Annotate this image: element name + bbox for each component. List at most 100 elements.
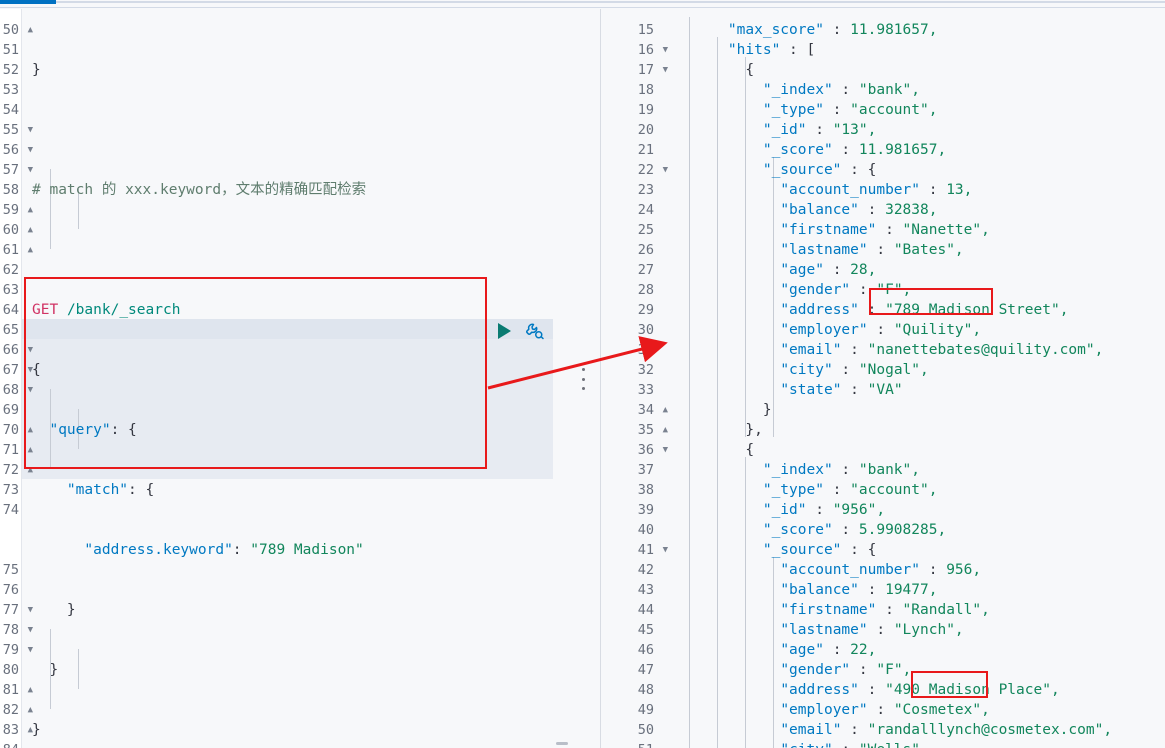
left-code-text[interactable]: } # match 的 xxx.keyword，文本的精确匹配检索 GET /b…: [32, 20, 438, 748]
code-line: }: [32, 602, 76, 618]
line-number: 71 ▲: [2, 442, 33, 458]
line-number: 33: [637, 382, 654, 398]
line-number: 72 ▲: [2, 462, 33, 478]
line-number: 61 ▲: [2, 242, 33, 258]
code-line: "_score" : 5.9908285,: [762, 522, 947, 538]
line-number: 38: [637, 482, 654, 498]
code-line: {: [745, 442, 755, 458]
code-line: "_type" : "account",: [762, 102, 938, 118]
code-line: "_score" : 11.981657,: [762, 142, 947, 158]
line-number: 29: [637, 302, 654, 318]
fold-down-icon[interactable]: ▼: [663, 40, 668, 60]
fold-up-icon[interactable]: ▲: [663, 400, 668, 420]
code-line: "address" : "490 Madison Place",: [780, 682, 1060, 698]
code-line: {: [745, 62, 755, 78]
line-number: 44: [637, 602, 654, 618]
code-line: "_source" : {: [762, 542, 877, 558]
json-key: "match": [66, 482, 129, 498]
line-number: 41 ▼: [637, 542, 668, 558]
line-number: 21: [637, 142, 654, 158]
code-line: "_id" : "13",: [762, 122, 877, 138]
line-number: 50 ▲: [2, 22, 33, 38]
code-line: {: [32, 362, 41, 378]
code-line: "employer" : "Cosmetex",: [780, 702, 990, 718]
top-bar-progress: [0, 0, 56, 4]
line-number: 45: [637, 622, 654, 638]
right-code-text[interactable]: "max_score" : 11.981657, "hits" : [ { "_…: [693, 20, 1112, 748]
line-number: 31: [637, 342, 654, 358]
code-line: "age" : 22,: [780, 642, 877, 658]
line-number: 15: [637, 22, 654, 38]
line-number: 39: [637, 502, 654, 518]
line-number: 37: [637, 462, 654, 478]
line-number: 60 ▲: [2, 222, 33, 238]
comment-text: # match 的 xxx.keyword，文本的精确匹配检索: [32, 182, 367, 198]
pane-splitter[interactable]: [578, 368, 588, 390]
json-key: "query": [49, 422, 111, 438]
line-number: 73: [2, 482, 19, 498]
play-icon[interactable]: [498, 323, 511, 339]
line-number: 56 ▼: [2, 142, 33, 158]
code-line: "age" : 28,: [780, 262, 877, 278]
line-number: 75: [2, 562, 19, 578]
line-number: 78 ▼: [2, 622, 33, 638]
code-line: "email" : "nanettebates@quility.com",: [780, 342, 1104, 358]
code-line: "account_number" : 956,: [780, 562, 982, 578]
line-number: 63: [2, 282, 19, 298]
request-editor-pane[interactable]: 50 ▲ 51 52 53 54 55 ▼ 56 ▼ 57 ▼ 58 59 ▲ 60 ▲ 6…: [0, 9, 600, 748]
line-number: 80: [2, 662, 19, 678]
code-line: }: [762, 402, 772, 418]
line-number: 83 ▲: [2, 722, 33, 738]
line-number: 46: [637, 642, 654, 658]
code-line: "city" : "Wells",: [693, 740, 1112, 748]
request-path: /bank/_search: [66, 302, 181, 318]
line-number: 50: [637, 722, 654, 738]
response-viewer-pane[interactable]: 15 16 ▼ 17 ▼ 18 19 20 21 22 ▼ 23 24 25 26 2…: [601, 9, 1165, 748]
code-line: }: [32, 62, 41, 78]
json-key: "address.keyword": [84, 542, 233, 558]
code-line: }: [32, 662, 59, 678]
line-number: 52: [2, 62, 19, 78]
line-number: 70 ▲: [2, 422, 33, 438]
code-line: "max_score" : 11.981657,: [727, 22, 938, 38]
http-method: GET: [32, 302, 59, 318]
code-line: "address" : "789 Madison Street",: [780, 302, 1069, 318]
request-actions[interactable]: [498, 321, 545, 341]
fold-up-icon[interactable]: ▲: [663, 420, 668, 440]
code-line: "address.keyword": "789 Madison": [84, 542, 364, 558]
line-number: 59 ▲: [2, 202, 33, 218]
code-line: "_id" : "956",: [762, 502, 886, 518]
wrench-icon[interactable]: [525, 321, 545, 341]
line-number: 30: [637, 322, 654, 338]
horizontal-scrollbar-thumb[interactable]: [556, 742, 568, 745]
line-number: 79 ▼: [2, 642, 33, 658]
code-line: "lastname" : "Lynch",: [780, 622, 964, 638]
line-number: 66 ▼: [2, 342, 33, 358]
line-number: 74: [2, 502, 19, 518]
indent-guide: [689, 17, 690, 748]
code-line: "gender" : "F",: [780, 282, 912, 298]
fold-down-icon[interactable]: ▼: [663, 440, 668, 460]
code-line: }: [32, 722, 41, 738]
fold-down-icon[interactable]: ▼: [663, 160, 668, 180]
fold-down-icon[interactable]: ▼: [663, 540, 668, 560]
line-number: 58: [2, 182, 19, 198]
fold-down-icon[interactable]: ▼: [663, 60, 668, 80]
code-line: "lastname" : "Bates",: [780, 242, 964, 258]
line-number: 53: [2, 82, 19, 98]
line-number: 55 ▼: [2, 122, 33, 138]
code-line: "state" : "VA": [780, 382, 903, 398]
line-number: 69: [2, 402, 19, 418]
line-number: 77 ▼: [2, 602, 33, 618]
line-number: 48: [637, 682, 654, 698]
line-number: 35 ▲: [637, 422, 668, 438]
console-app: 50 ▲ 51 52 53 54 55 ▼ 56 ▼ 57 ▼ 58 59 ▲ 60 ▲ 6…: [0, 0, 1165, 748]
line-number: 32: [637, 362, 654, 378]
line-number: 84: [0, 740, 22, 748]
line-number: 34 ▲: [637, 402, 668, 418]
code-line: # match 的 xxx.keyword，文本的精确匹配检索: [32, 180, 438, 200]
code-line: GET /bank/_search: [32, 300, 438, 320]
line-number: 18: [637, 82, 654, 98]
